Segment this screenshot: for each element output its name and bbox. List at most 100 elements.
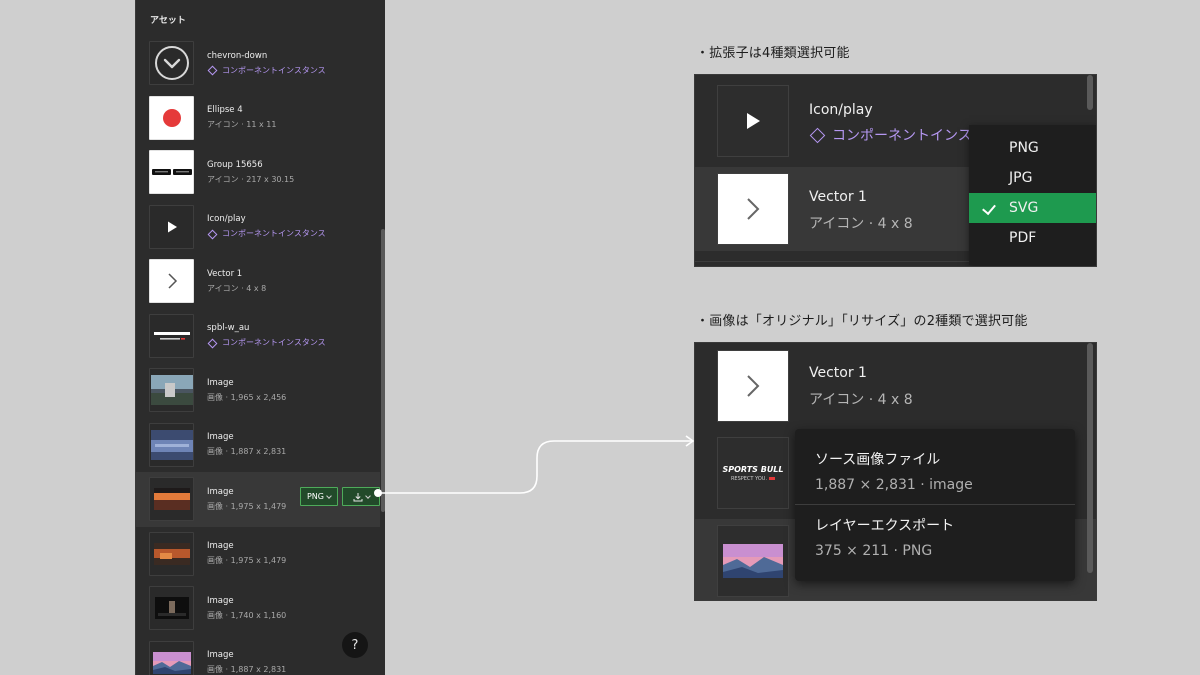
chevron-right-icon	[747, 375, 760, 397]
asset-row-ellipse-4[interactable]: Ellipse 4 アイコン · 11 x 11	[136, 91, 380, 146]
asset-name: Image	[207, 432, 234, 443]
download-button[interactable]	[342, 487, 380, 506]
asset-row-image[interactable]: Image 画像 · 1,887 x 2,831	[136, 418, 380, 473]
asset-meta: 画像 · 1,975 x 1,479	[207, 501, 287, 511]
component-instance-icon	[207, 338, 218, 349]
images-caption: ・画像は「オリジナル」「リサイズ」の2種類で選択可能	[696, 314, 1028, 329]
asset-meta: 画像 · 1,740 x 1,160	[207, 610, 287, 620]
component-instance-icon	[207, 229, 218, 240]
asset-name: Icon/play	[809, 102, 873, 118]
asset-row-image[interactable]: Image 画像 · 1,965 x 2,456	[136, 363, 380, 418]
zoom-row-vector-1[interactable]: Vector 1 アイコン · 4 x 8	[695, 343, 1096, 429]
formats-caption: ・拡張子は4種類選択可能	[696, 46, 850, 61]
asset-thumbnail	[149, 531, 194, 576]
image-export-menu: ソース画像ファイル 1,887 × 2,831 · image レイヤーエクスポ…	[795, 429, 1075, 581]
chevron-down-icon	[364, 492, 371, 499]
store-badges-icon	[151, 169, 192, 176]
asset-thumbnail	[149, 586, 194, 631]
photo-dark-thumbnail	[154, 597, 189, 620]
format-dropdown-menu: PNG JPG SVG PDF	[969, 125, 1096, 265]
asset-thumbnail	[149, 41, 194, 86]
asset-row-image[interactable]: Image 画像 · 1,740 x 1,160	[136, 581, 380, 636]
help-button[interactable]: ?	[342, 632, 368, 658]
asset-thumbnail	[717, 350, 789, 422]
asset-thumbnail	[149, 477, 194, 522]
asset-thumbnail	[717, 525, 789, 597]
asset-meta: アイコン · 217 x 30.15	[207, 174, 295, 184]
format-option-png[interactable]: PNG	[969, 133, 1096, 163]
asset-meta: アイコン · 4 x 8	[809, 392, 913, 408]
asset-meta: アイコン · 4 x 8	[207, 283, 267, 293]
asset-meta: 画像 · 1,887 x 2,831	[207, 665, 287, 675]
asset-meta: アイコン · 11 x 11	[207, 120, 277, 130]
asset-name: spbl-w_au	[207, 323, 250, 334]
asset-thumbnail	[149, 204, 194, 249]
logo-text: SPORTS BULL	[722, 464, 784, 474]
asset-thumbnail	[149, 95, 194, 140]
scrollbar-thumb[interactable]	[1087, 75, 1093, 110]
asset-thumbnail	[717, 85, 789, 157]
asset-name: Image	[207, 486, 234, 497]
format-option-label: SVG	[1009, 200, 1039, 216]
format-select[interactable]: PNG	[300, 487, 338, 506]
photo-blue-thumbnail	[150, 429, 193, 460]
asset-row-icon-play[interactable]: Icon/play コンポーネントインスタンス	[136, 200, 380, 255]
photo-mountain-thumbnail	[723, 544, 783, 578]
photo-orange-thumbnail	[153, 542, 190, 565]
format-option-jpg[interactable]: JPG	[969, 163, 1096, 193]
red-circle-icon	[162, 108, 181, 127]
format-option-pdf[interactable]: PDF	[969, 223, 1096, 253]
asset-meta: 画像 · 1,887 x 2,831	[207, 447, 287, 457]
row-actions: PNG	[300, 487, 380, 506]
logo-subtext: RESPECT YOU.	[730, 475, 768, 482]
panel-title: アセット	[150, 16, 186, 26]
logo-accent	[769, 477, 776, 480]
asset-thumbnail	[149, 259, 194, 304]
component-instance-icon	[207, 65, 218, 76]
asset-thumbnail	[717, 173, 789, 245]
asset-thumbnail	[149, 640, 194, 675]
asset-list: chevron-down コンポーネントインスタンス Ellipse 4 アイコ…	[136, 36, 380, 675]
scrollbar-thumb[interactable]	[381, 229, 385, 512]
asset-name: Icon/play	[207, 214, 246, 225]
export-option-layer[interactable]: レイヤーエクスポート 375 × 211 · PNG	[815, 515, 954, 559]
asset-meta: 画像 · 1,965 x 2,456	[207, 392, 287, 402]
asset-meta: コンポーネントインスタンス	[222, 338, 326, 348]
chevron-right-icon	[167, 273, 177, 289]
export-option-source[interactable]: ソース画像ファイル 1,887 × 2,831 · image	[815, 449, 973, 493]
scrollbar-thumb[interactable]	[1087, 343, 1093, 573]
format-select-label: PNG	[306, 492, 324, 501]
export-option-title: レイヤーエクスポート	[815, 518, 955, 534]
chevron-right-icon	[747, 198, 760, 220]
asset-row-image-hovered[interactable]: Image 画像 · 1,975 x 1,479 PNG	[136, 472, 380, 527]
export-option-sub: 375 × 211 · PNG	[815, 543, 933, 559]
asset-name: Group 15656	[207, 159, 263, 170]
asset-row-vector-1[interactable]: Vector 1 アイコン · 4 x 8	[136, 254, 380, 309]
component-instance-icon	[809, 127, 826, 143]
images-zoom: Vector 1 アイコン · 4 x 8 SPORTS BULL RESPEC…	[694, 342, 1097, 601]
photo-sunset-thumbnail	[153, 488, 190, 511]
chevron-down-icon	[326, 492, 332, 499]
asset-row-spbl-w-au[interactable]: spbl-w_au コンポーネントインスタンス	[136, 309, 380, 364]
format-option-svg[interactable]: SVG	[969, 193, 1096, 223]
asset-meta: 画像 · 1,975 x 1,479	[207, 556, 287, 566]
asset-row-image[interactable]: Image 画像 · 1,975 x 1,479	[136, 527, 380, 582]
asset-row-chevron-down[interactable]: chevron-down コンポーネントインスタンス	[136, 36, 380, 91]
asset-thumbnail: SPORTS BULL RESPECT YOU.	[717, 437, 789, 509]
asset-meta: コンポーネントインスタンス	[222, 65, 326, 75]
formats-zoom: Icon/play コンポーネントインスタンス Vector 1 アイコン · …	[694, 74, 1097, 267]
asset-thumbnail	[149, 368, 194, 413]
download-icon	[353, 492, 362, 501]
photo-stadium-thumbnail	[150, 375, 193, 406]
asset-thumbnail	[149, 313, 194, 358]
asset-name: Image	[207, 377, 234, 388]
asset-meta: アイコン · 4 x 8	[809, 216, 913, 232]
chevron-circle-icon	[154, 46, 189, 81]
export-option-sub: 1,887 × 2,831 · image	[815, 477, 973, 493]
asset-name: Vector 1	[809, 365, 867, 381]
asset-name: chevron-down	[207, 50, 268, 61]
asset-name: Image	[207, 650, 234, 661]
asset-row-group-15656[interactable]: Group 15656 アイコン · 217 x 30.15	[136, 145, 380, 200]
photo-mountain-thumbnail	[152, 651, 191, 674]
asset-name: Ellipse 4	[207, 105, 243, 116]
